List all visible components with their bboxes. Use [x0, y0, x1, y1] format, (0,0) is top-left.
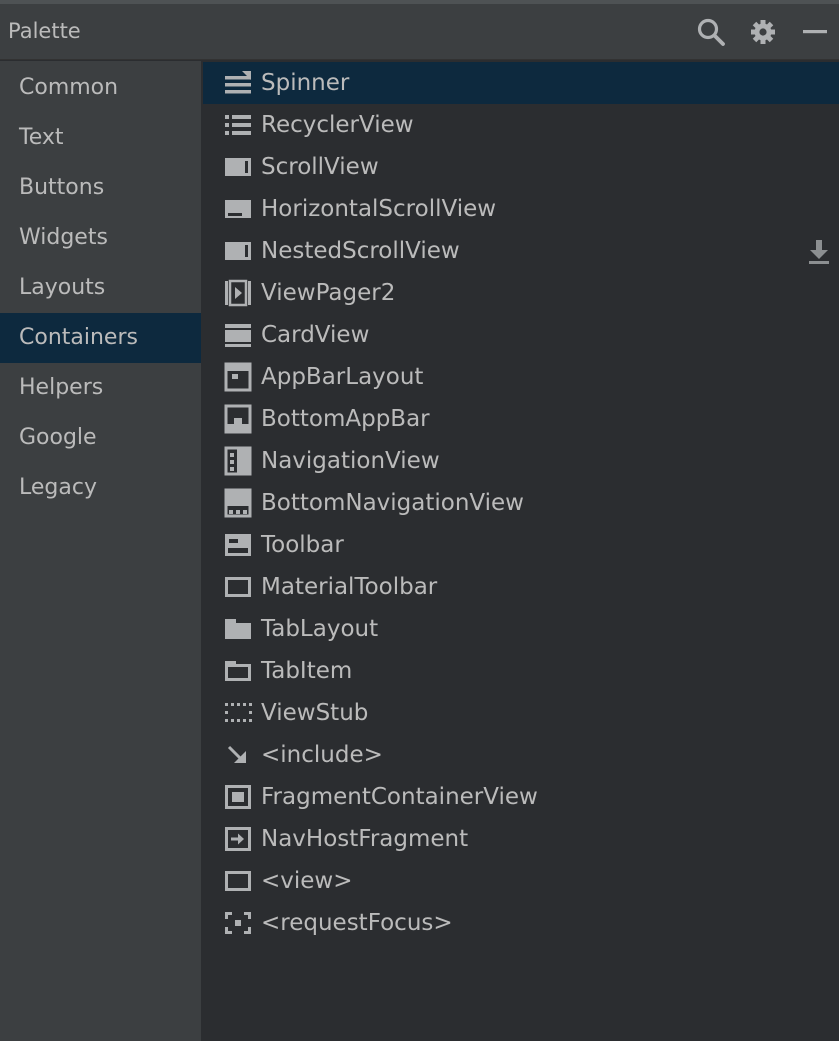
panel-title: Palette	[8, 19, 81, 43]
list-item-cardview[interactable]: CardView	[203, 314, 839, 356]
list-item-fragmentcontainerview[interactable]: FragmentContainerView	[203, 776, 839, 818]
view-icon	[223, 866, 253, 896]
list-item-label: ViewPager2	[261, 280, 396, 306]
category-buttons[interactable]: Buttons	[0, 163, 201, 213]
list-item-label: NavHostFragment	[261, 826, 469, 852]
list-item-scrollview[interactable]: ScrollView	[203, 146, 839, 188]
list-item-label: Toolbar	[261, 532, 344, 558]
list-item-navhostfragment[interactable]: NavHostFragment	[203, 818, 839, 860]
nav-host-icon	[223, 824, 253, 854]
toolbar-icon	[223, 530, 253, 560]
list-item-tabitem[interactable]: TabItem	[203, 650, 839, 692]
viewstub-icon	[223, 698, 253, 728]
list-item-label: NavigationView	[261, 448, 440, 474]
horizontal-scroll-icon	[223, 194, 253, 224]
list-item-horizontalscrollview[interactable]: HorizontalScrollView	[203, 188, 839, 230]
list-item-requestfocus[interactable]: <requestFocus>	[203, 902, 839, 944]
list-item-label: BottomAppBar	[261, 406, 430, 432]
list-icon	[223, 110, 253, 140]
category-layouts[interactable]: Layouts	[0, 263, 201, 313]
list-item-navigationview[interactable]: NavigationView	[203, 440, 839, 482]
list-item-include[interactable]: <include>	[203, 734, 839, 776]
viewpager-icon	[223, 278, 253, 308]
category-legacy[interactable]: Legacy	[0, 463, 201, 513]
category-sidebar: Common Text Buttons Widgets Layouts Cont…	[0, 61, 201, 1041]
minimize-icon[interactable]	[801, 16, 833, 48]
list-item-bottomnavigationview[interactable]: BottomNavigationView	[203, 482, 839, 524]
list-item-viewpager2[interactable]: ViewPager2	[203, 272, 839, 314]
list-item-label: FragmentContainerView	[261, 784, 538, 810]
list-item-tablayout[interactable]: TabLayout	[203, 608, 839, 650]
list-item-label: BottomNavigationView	[261, 490, 524, 516]
gear-icon[interactable]	[747, 16, 779, 48]
spinner-icon	[223, 68, 253, 98]
palette-header: Palette	[0, 4, 839, 60]
fragment-container-icon	[223, 782, 253, 812]
download-icon[interactable]	[805, 238, 833, 266]
list-item-label: MaterialToolbar	[261, 574, 438, 600]
navigation-view-icon	[223, 446, 253, 476]
scrollview-icon	[223, 152, 253, 182]
component-list: Spinner RecyclerView ScrollView Horizont…	[203, 61, 839, 1041]
list-item-label: <include>	[261, 742, 383, 768]
list-item-appbarlayout[interactable]: AppBarLayout	[203, 356, 839, 398]
list-item-bottomappbar[interactable]: BottomAppBar	[203, 398, 839, 440]
list-item-label: ScrollView	[261, 154, 379, 180]
category-containers[interactable]: Containers	[0, 313, 201, 363]
list-item-view[interactable]: <view>	[203, 860, 839, 902]
list-item-recyclerview[interactable]: RecyclerView	[203, 104, 839, 146]
include-arrow-icon	[223, 740, 253, 770]
list-item-label: CardView	[261, 322, 370, 348]
list-item-label: <requestFocus>	[261, 910, 453, 936]
list-item-label: AppBarLayout	[261, 364, 424, 390]
category-google[interactable]: Google	[0, 413, 201, 463]
list-item-label: RecyclerView	[261, 112, 414, 138]
bottom-appbar-icon	[223, 404, 253, 434]
search-icon[interactable]	[695, 16, 727, 48]
list-item-materialtoolbar[interactable]: MaterialToolbar	[203, 566, 839, 608]
list-item-label: NestedScrollView	[261, 238, 460, 264]
bottom-navigation-icon	[223, 488, 253, 518]
list-item-nestedscrollview[interactable]: NestedScrollView	[203, 230, 839, 272]
list-item-viewstub[interactable]: ViewStub	[203, 692, 839, 734]
appbar-icon	[223, 362, 253, 392]
scrollview-icon	[223, 236, 253, 266]
category-helpers[interactable]: Helpers	[0, 363, 201, 413]
list-item-label: TabItem	[261, 658, 353, 684]
category-widgets[interactable]: Widgets	[0, 213, 201, 263]
request-focus-icon	[223, 908, 253, 938]
tabitem-icon	[223, 656, 253, 686]
list-item-label: HorizontalScrollView	[261, 196, 497, 222]
material-toolbar-icon	[223, 572, 253, 602]
list-item-label: TabLayout	[261, 616, 379, 642]
list-item-spinner[interactable]: Spinner	[203, 62, 839, 104]
list-item-toolbar[interactable]: Toolbar	[203, 524, 839, 566]
list-item-label: <view>	[261, 868, 353, 894]
list-item-label: ViewStub	[261, 700, 369, 726]
list-item-label: Spinner	[261, 70, 350, 96]
cardview-icon	[223, 320, 253, 350]
category-text[interactable]: Text	[0, 113, 201, 163]
tablayout-icon	[223, 614, 253, 644]
category-common[interactable]: Common	[0, 63, 201, 113]
